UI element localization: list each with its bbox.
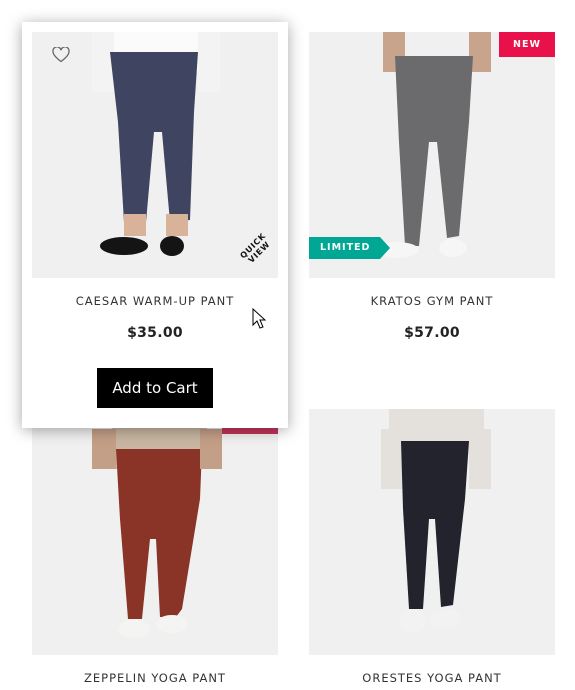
product-card-kratos[interactable]: KRATOS GYM PANT $57.00 [309,32,555,362]
product-image-zeppelin[interactable] [32,409,278,655]
product-photo-zeppelin [32,409,278,655]
product-name[interactable]: ZEPPELIN YOGA PANT [32,671,278,685]
new-badge: NEW [499,32,555,57]
heart-icon[interactable] [52,47,70,63]
product-photo-caesar [32,32,278,278]
product-card-orestes[interactable]: ORESTES YOGA PANT [309,409,555,690]
cursor-icon [252,308,266,329]
badge-peek [222,428,278,434]
product-image-caesar[interactable] [32,32,278,278]
product-card-zeppelin[interactable]: ZEPPELIN YOGA PANT [32,409,278,690]
product-name[interactable]: ORESTES YOGA PANT [309,671,555,685]
product-price: $57.00 [404,325,460,341]
add-to-cart-button[interactable]: Add to Cart [97,368,213,408]
product-price: $35.00 [127,325,183,341]
product-image-orestes[interactable] [309,409,555,655]
product-name[interactable]: CAESAR WARM-UP PANT [22,294,288,308]
product-photo-orestes [309,409,555,655]
limited-badge: LIMITED [309,237,390,259]
product-name[interactable]: KRATOS GYM PANT [309,294,555,308]
